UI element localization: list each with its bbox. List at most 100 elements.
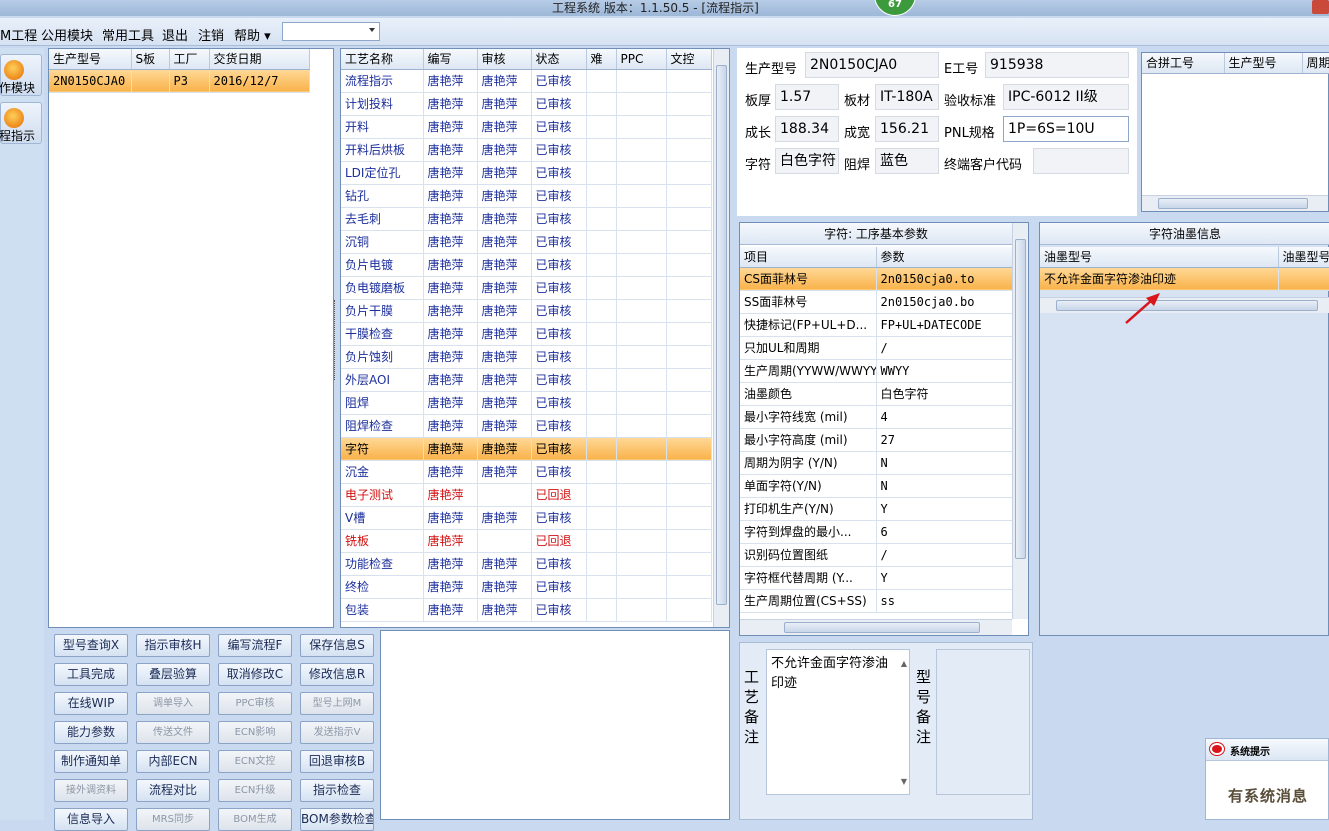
col-header[interactable]: 合拼工号	[1142, 53, 1225, 74]
customer-code-field[interactable]	[1033, 148, 1129, 174]
col-header[interactable]: S板	[131, 49, 170, 70]
length-field[interactable]: 188.34	[775, 116, 839, 142]
chevron-down-icon[interactable]: ▼	[901, 772, 907, 792]
pnl-field[interactable]: 1P=6S=10U	[1003, 116, 1129, 142]
table-row[interactable]: 开料后烘板 唐艳萍 唐艳萍 已审核	[341, 138, 712, 162]
scroll-thumb[interactable]	[1158, 198, 1308, 209]
action-button[interactable]: 能力参数	[54, 721, 128, 744]
table-row[interactable]: 打印机生产(Y/N) Y	[740, 497, 1013, 521]
col-header[interactable]: 文控	[666, 49, 712, 70]
action-button[interactable]: 回退审核B	[300, 750, 374, 773]
table-row[interactable]: 周期为阴字 (Y/N) N	[740, 451, 1013, 475]
table-row[interactable]: 外层AOI 唐艳萍 唐艳萍 已审核	[341, 368, 712, 392]
col-header[interactable]: 难	[586, 49, 617, 70]
menu-item-logout[interactable]: 注销	[198, 25, 224, 44]
action-button[interactable]: 指示检查	[300, 779, 374, 802]
table-row[interactable]: 最小字符高度 (mil) 27	[740, 428, 1013, 452]
table-row[interactable]: 字符 唐艳萍 唐艳萍 已审核	[341, 437, 712, 461]
process-remark-textarea[interactable]: 不允许金面字符渗油印迹 ▲ ▼	[766, 649, 910, 795]
table-row[interactable]: 去毛刺 唐艳萍 唐艳萍 已审核	[341, 207, 712, 231]
notification-badge[interactable]: 67	[874, 0, 916, 16]
col-header[interactable]: 编写	[423, 49, 478, 70]
action-button[interactable]: ECN升级	[218, 779, 292, 802]
table-row[interactable]: 计划投料 唐艳萍 唐艳萍 已审核	[341, 92, 712, 116]
table-row[interactable]: 生产周期(YYWW/WWYY) WWYY	[740, 359, 1013, 383]
model-remark-textarea[interactable]	[936, 649, 1030, 795]
mask-field[interactable]: 蓝色	[875, 148, 939, 174]
action-button[interactable]: 修改信息R	[300, 663, 374, 686]
material-field[interactable]: IT-180A	[875, 84, 939, 110]
col-header[interactable]: 油墨型号	[1040, 247, 1279, 268]
col-header[interactable]: 工艺名称	[341, 49, 424, 70]
action-button[interactable]: 调单导入	[136, 692, 210, 715]
action-button[interactable]: ECN影响	[218, 721, 292, 744]
nav-process-instruction[interactable]: 程指示	[0, 102, 42, 144]
table-row[interactable]: 字符框代替周期 (Y... Y	[740, 566, 1013, 590]
action-button[interactable]: 在线WIP	[54, 692, 128, 715]
col-header[interactable]: 生产型号	[49, 49, 132, 70]
chevron-up-icon[interactable]: ▲	[901, 654, 907, 674]
ink-hscroll[interactable]	[1040, 297, 1329, 313]
action-button[interactable]: PPC审核	[218, 692, 292, 715]
thickness-field[interactable]: 1.57	[775, 84, 839, 110]
char-field[interactable]: 白色字符	[775, 148, 839, 174]
params-vscroll[interactable]	[1012, 223, 1028, 619]
params-hscroll[interactable]	[740, 619, 1012, 635]
process-scrollbar[interactable]	[713, 49, 729, 627]
table-row[interactable]: 包装 唐艳萍 唐艳萍 已审核	[341, 598, 712, 622]
col-header[interactable]: 项目	[740, 247, 877, 268]
system-popup[interactable]: 系统提示 有系统消息	[1205, 738, 1329, 820]
action-button[interactable]: 制作通知单	[54, 750, 128, 773]
table-row[interactable]: 2N0150CJA0 P3 2016/12/7	[49, 69, 310, 93]
table-row[interactable]: 快捷标记(FP+UL+D... FP+UL+DATECODE	[740, 313, 1013, 337]
action-button[interactable]: 工具完成	[54, 663, 128, 686]
table-row[interactable]: V槽 唐艳萍 唐艳萍 已审核	[341, 506, 712, 530]
table-row[interactable]: 钻孔 唐艳萍 唐艳萍 已审核	[341, 184, 712, 208]
table-row[interactable]: 阻焊检查 唐艳萍 唐艳萍 已审核	[341, 414, 712, 438]
col-header[interactable]: 生产型号	[1224, 53, 1303, 74]
close-icon[interactable]	[1312, 0, 1329, 14]
table-row[interactable]: SS面菲林号 2n0150cja0.bo	[740, 290, 1013, 314]
menu-combo-select[interactable]	[282, 22, 380, 41]
e-number-field[interactable]: 915938	[985, 52, 1129, 78]
table-row[interactable]: 流程指示 唐艳萍 唐艳萍 已审核	[341, 69, 712, 93]
menu-item-help[interactable]: 帮助 ▾	[234, 25, 271, 44]
table-row[interactable]: 生产周期位置(CS+SS) ss	[740, 589, 1013, 613]
col-header[interactable]: 油墨型号	[1278, 247, 1329, 268]
scroll-thumb[interactable]	[1056, 300, 1318, 311]
table-row[interactable]: 阻焊 唐艳萍 唐艳萍 已审核	[341, 391, 712, 415]
action-button[interactable]: 发送指示V	[300, 721, 374, 744]
table-row[interactable]: 铣板 唐艳萍 已回退	[341, 529, 712, 553]
menu-item-exit[interactable]: 退出	[162, 25, 188, 44]
table-row[interactable]: 电子测试 唐艳萍 已回退	[341, 483, 712, 507]
model-field[interactable]: 2N0150CJA0	[805, 52, 939, 78]
table-row[interactable]: 识别码位置图纸 /	[740, 543, 1013, 567]
col-header[interactable]: 周期	[1302, 53, 1329, 74]
table-row[interactable]: 油墨颜色 白色字符	[740, 382, 1013, 406]
scroll-thumb[interactable]	[1015, 239, 1026, 559]
table-row[interactable]: 只加UL和周期 /	[740, 336, 1013, 360]
table-row[interactable]: 负片电镀 唐艳萍 唐艳萍 已审核	[341, 253, 712, 277]
table-row[interactable]: 干膜检查 唐艳萍 唐艳萍 已审核	[341, 322, 712, 346]
action-button[interactable]: 内部ECN	[136, 750, 210, 773]
action-button[interactable]: 保存信息S	[300, 634, 374, 657]
action-button[interactable]: ECN文控	[218, 750, 292, 773]
action-button[interactable]: 型号上网M	[300, 692, 374, 715]
table-row[interactable]: 单面字符(Y/N) N	[740, 474, 1013, 498]
menu-item-public-module[interactable]: 公用模块	[41, 25, 93, 44]
action-button[interactable]: 叠层验算	[136, 663, 210, 686]
action-button[interactable]: 指示审核H	[136, 634, 210, 657]
table-row[interactable]: CS面菲林号 2n0150cja0.to	[740, 267, 1013, 291]
menu-item-project[interactable]: M工程	[0, 25, 37, 44]
action-button[interactable]: 接外调资料	[54, 779, 128, 802]
width-field[interactable]: 156.21	[875, 116, 939, 142]
table-row[interactable]: 负电镀磨板 唐艳萍 唐艳萍 已审核	[341, 276, 712, 300]
col-header[interactable]: 工厂	[169, 49, 210, 70]
action-button[interactable]: 取消修改C	[218, 663, 292, 686]
col-header[interactable]: 审核	[477, 49, 532, 70]
standard-field[interactable]: IPC-6012 II级	[1003, 84, 1129, 110]
table-row[interactable]: 最小字符线宽 (mil) 4	[740, 405, 1013, 429]
col-header[interactable]: 参数	[876, 247, 1013, 268]
combine-hscroll[interactable]	[1142, 195, 1328, 211]
action-button[interactable]: 传送文件	[136, 721, 210, 744]
